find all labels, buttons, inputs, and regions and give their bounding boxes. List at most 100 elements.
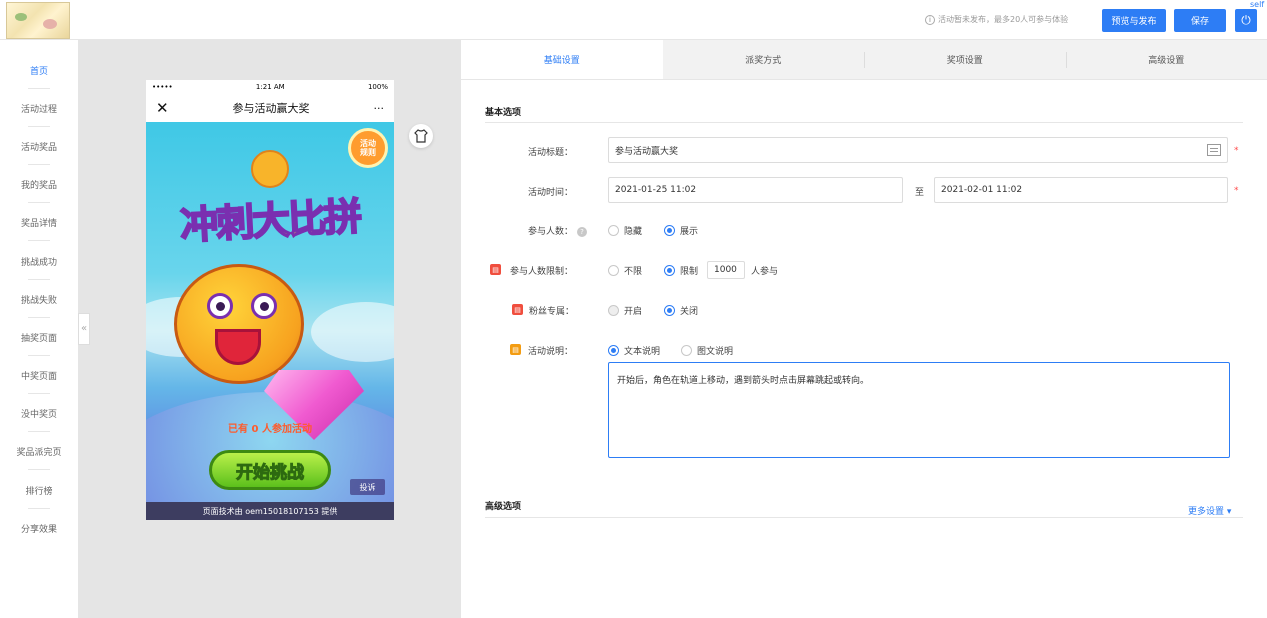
- text-editor-icon[interactable]: [1207, 144, 1221, 156]
- advanced-section-title: 高级选项: [485, 502, 522, 512]
- sidebar-divider: [28, 355, 50, 356]
- count-hide-radio[interactable]: 隐藏: [608, 224, 642, 237]
- sidebar-divider: [28, 88, 50, 89]
- required-mark: *: [1234, 146, 1239, 156]
- limit-tag-icon: ▤: [490, 264, 501, 275]
- more-settings-link[interactable]: 更多设置 ▾: [1188, 504, 1231, 517]
- desc-tag-icon: ▤: [510, 344, 521, 355]
- sidebar-divider: [28, 431, 50, 432]
- desc-rich-radio[interactable]: 图文说明: [681, 344, 733, 357]
- limit-count-input[interactable]: 1000: [707, 261, 745, 279]
- joined-count-text: 已有 0 人参加活动: [228, 424, 312, 435]
- more-icon[interactable]: ···: [373, 102, 384, 115]
- top-bar: i 活动暂未发布，最多20人可参与体验 预览与发布 保存 ⏻ self: [0, 0, 1267, 40]
- sidebar-item-my-prizes[interactable]: 我的奖品: [0, 178, 78, 191]
- info-icon: i: [925, 15, 935, 25]
- rules-badge[interactable]: 活动 规则: [348, 128, 388, 168]
- limit-on-radio[interactable]: 限制: [664, 264, 698, 277]
- logo: [6, 2, 70, 39]
- sidebar-item-lottery[interactable]: 抽奖页面: [0, 331, 78, 344]
- tab-advanced[interactable]: 高级设置: [1065, 40, 1267, 79]
- limit-suffix: 人参与: [751, 267, 779, 277]
- sidebar-item-no-win[interactable]: 没中奖页: [0, 407, 78, 420]
- radio-dot: [664, 305, 675, 316]
- sidebar-item-win[interactable]: 中奖页面: [0, 369, 78, 382]
- time-to-label: 至: [915, 188, 925, 198]
- start-challenge-button[interactable]: 开始挑战: [209, 450, 331, 490]
- fans-on-radio[interactable]: 开启: [608, 304, 642, 317]
- limit-on-label: 限制: [680, 267, 699, 277]
- status-time: 1:21 AM: [255, 83, 285, 91]
- mascot-character: [174, 264, 304, 384]
- radio-dot: [608, 345, 619, 356]
- sidebar-divider: [28, 508, 50, 509]
- mascot-eye: [251, 293, 277, 319]
- collapse-sidebar-icon[interactable]: «: [78, 313, 90, 345]
- sidebar-divider: [28, 240, 50, 241]
- end-time-input[interactable]: 2021-02-01 11:02: [934, 177, 1228, 203]
- phone-nav-bar: ✕ 参与活动赢大奖 ···: [146, 94, 394, 122]
- count-label-text: 参与人数：: [528, 227, 574, 237]
- sidebar-divider: [28, 317, 50, 318]
- sidebar-item-prize-detail[interactable]: 奖品详情: [0, 216, 78, 229]
- phone-title: 参与活动赢大奖: [232, 102, 310, 115]
- sidebar-item-home[interactable]: 首页: [0, 64, 78, 77]
- sidebar-item-process[interactable]: 活动过程: [0, 102, 78, 115]
- radio-dot: [608, 265, 619, 276]
- sidebar: 首页 活动过程 活动奖品 我的奖品 奖品详情 挑战成功 挑战失败 抽奖页面 中奖…: [0, 40, 78, 618]
- count-show-radio[interactable]: 展示: [664, 224, 698, 237]
- sidebar-item-leaderboard[interactable]: 排行榜: [0, 484, 78, 497]
- orange-character-icon: [251, 150, 289, 188]
- sidebar-item-prizes-out[interactable]: 奖品派完页: [0, 445, 78, 458]
- save-button[interactable]: 保存: [1174, 9, 1226, 32]
- power-icon[interactable]: ⏻: [1235, 9, 1257, 32]
- desc-label: 活动说明：: [528, 347, 574, 357]
- mascot-mouth: [215, 329, 261, 365]
- settings-tabs: 基础设置 派奖方式 奖项设置 高级设置: [461, 40, 1267, 80]
- sidebar-divider: [28, 202, 50, 203]
- count-show-label: 展示: [680, 227, 699, 237]
- radio-dot: [681, 345, 692, 356]
- description-textarea[interactable]: 开始后，角色在轨道上移动，遇到箭头时点击屏幕跳起或转向。: [608, 362, 1230, 458]
- tab-prize-settings[interactable]: 奖项设置: [864, 40, 1066, 79]
- sidebar-divider: [28, 164, 50, 165]
- preview-publish-button[interactable]: 预览与发布: [1102, 9, 1166, 32]
- signal-icon: •••••: [152, 83, 173, 91]
- desc-text-radio[interactable]: 文本说明: [608, 344, 660, 357]
- limit-label: 参与人数限制：: [510, 267, 574, 277]
- complaint-button[interactable]: 投诉: [350, 479, 385, 495]
- fans-off-label: 关闭: [680, 307, 699, 317]
- limit-none-label: 不限: [624, 267, 643, 277]
- radio-dot: [664, 225, 675, 236]
- phone-status-bar: ••••• 1:21 AM 100%: [146, 80, 394, 94]
- sidebar-item-challenge-success[interactable]: 挑战成功: [0, 255, 78, 268]
- limit-none-radio[interactable]: 不限: [608, 264, 642, 277]
- cloud-decoration: [311, 302, 394, 362]
- title-label: 活动标题：: [528, 148, 574, 158]
- section-divider: [485, 122, 1243, 123]
- start-time-input[interactable]: 2021-01-25 11:02: [608, 177, 903, 203]
- sidebar-divider: [28, 279, 50, 280]
- tab-basic[interactable]: 基础设置: [461, 40, 663, 79]
- theme-skin-icon[interactable]: [409, 124, 433, 148]
- fans-tag-icon: ▤: [512, 304, 523, 315]
- self-link[interactable]: self: [1250, 0, 1264, 9]
- sidebar-divider: [28, 126, 50, 127]
- radio-dot: [608, 225, 619, 236]
- battery-icon: 100%: [367, 83, 388, 91]
- publish-notice: i 活动暂未发布，最多20人可参与体验: [925, 14, 1068, 25]
- mascot-eye: [207, 293, 233, 319]
- sidebar-item-prizes[interactable]: 活动奖品: [0, 140, 78, 153]
- desc-rich-label: 图文说明: [697, 347, 734, 357]
- help-icon[interactable]: ?: [577, 227, 588, 237]
- time-label: 活动时间：: [528, 188, 574, 198]
- game-banner: 冲刺大比拼 活动 规则 已有 0 人参加活动 开始挑战 投诉: [146, 122, 394, 502]
- tech-footer: 页面技术由 oem15018107153 提供: [146, 502, 394, 520]
- tab-award-method[interactable]: 派奖方式: [663, 40, 865, 79]
- sidebar-item-challenge-fail[interactable]: 挑战失败: [0, 293, 78, 306]
- close-icon[interactable]: ✕: [156, 99, 169, 117]
- title-input[interactable]: 参与活动赢大奖: [608, 137, 1228, 163]
- basic-section-title: 基本选项: [485, 108, 522, 118]
- fans-off-radio[interactable]: 关闭: [664, 304, 698, 317]
- sidebar-item-share[interactable]: 分享效果: [0, 522, 78, 535]
